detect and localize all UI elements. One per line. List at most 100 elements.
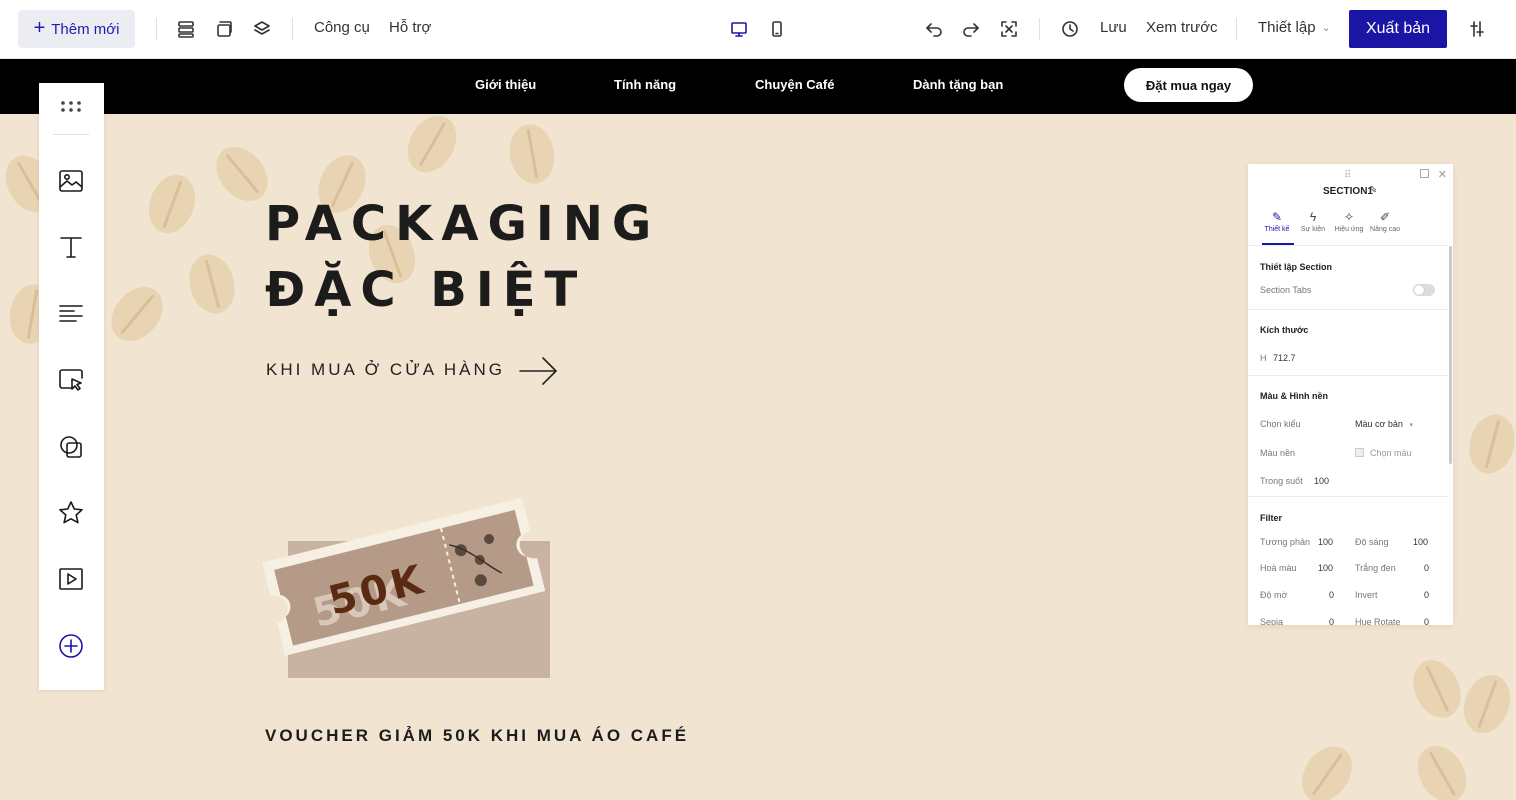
shape-icon[interactable] [57, 433, 85, 461]
fullscreen-icon[interactable] [998, 18, 1020, 40]
lightning-icon: ϟ [1309, 210, 1317, 224]
preview-button[interactable]: Xem trước [1146, 19, 1218, 36]
tab-effects[interactable]: ✧ Hiệu ứng [1332, 210, 1366, 233]
grayscale-label: Trắng đen [1355, 563, 1396, 573]
edit-icon[interactable]: ✎ [1369, 185, 1377, 196]
color-swatch-icon [1355, 448, 1364, 457]
grid-dots-icon[interactable] [57, 92, 85, 120]
hero-title-line1[interactable]: PACKAGING [265, 196, 685, 252]
nav-item-gift[interactable]: Dành tặng bạn [913, 77, 1003, 92]
settings-label: Thiết lập [1258, 19, 1316, 36]
order-now-button[interactable]: Đặt mua ngay [1124, 68, 1253, 102]
history-icon[interactable] [1059, 18, 1081, 40]
coffee-bean-decoration [141, 168, 203, 240]
add-new-button[interactable]: + Thêm mới [18, 10, 135, 48]
desktop-view-icon[interactable] [728, 18, 750, 40]
nav-item-features[interactable]: Tính năng [614, 77, 676, 92]
sections-icon[interactable] [175, 18, 197, 40]
voucher-ticket-image[interactable]: 50K 50K [258, 486, 558, 686]
tab-advanced[interactable]: ✐ Nâng cao [1368, 210, 1402, 233]
bg-type-value: Màu cơ bản [1355, 419, 1403, 429]
blur-input[interactable]: 0 [1329, 590, 1334, 600]
hue-rotate-input[interactable]: 0 [1424, 617, 1429, 625]
hero-title-line2[interactable]: ĐẶC BIỆT [265, 262, 685, 318]
filter-heading: Filter [1260, 513, 1283, 523]
magic-wand-icon: ✧ [1343, 210, 1355, 224]
layers-icon[interactable] [251, 18, 273, 40]
nav-item-intro[interactable]: Giới thiệu [475, 77, 536, 92]
add-new-label: Thêm mới [51, 20, 120, 38]
section-settings-heading: Thiết lập Section [1260, 262, 1333, 272]
coffee-bean-decoration [397, 114, 467, 181]
mobile-view-icon[interactable] [766, 18, 788, 40]
size-heading: Kích thước [1260, 325, 1309, 335]
star-icon[interactable] [57, 499, 85, 527]
tab-design[interactable]: ✎ Thiết kế [1260, 210, 1294, 233]
bg-color-value: Chọn màu [1370, 448, 1412, 458]
hero-subtitle[interactable]: KHI MUA Ở CỬA HÀNG [266, 360, 505, 380]
invert-input[interactable]: 0 [1424, 590, 1429, 600]
tab-label: Sự kiện [1300, 226, 1326, 233]
coffee-bean-decoration [1407, 737, 1477, 800]
opacity-input[interactable]: 100 [1314, 476, 1329, 486]
bg-type-label: Chọn kiểu [1260, 419, 1301, 429]
publish-button[interactable]: Xuất bản [1349, 10, 1447, 48]
close-icon[interactable]: ✕ [1438, 168, 1447, 181]
sepia-label: Sepia [1260, 617, 1284, 625]
tab-label: Hiệu ứng [1334, 226, 1364, 233]
save-button[interactable]: Lưu [1100, 19, 1127, 36]
chevron-down-icon: ⌄ [1321, 22, 1331, 34]
plus-icon: + [33, 17, 46, 39]
height-input[interactable]: 712.7 [1273, 353, 1296, 363]
divider [156, 18, 157, 40]
divider [1248, 375, 1448, 376]
redo-icon[interactable] [960, 18, 982, 40]
voucher-caption[interactable]: VOUCHER GIẢM 50K KHI MUA ÁO CAFÉ [265, 726, 689, 746]
cursor-select-icon[interactable] [57, 366, 85, 394]
section-tabs-label: Section Tabs [1260, 285, 1312, 295]
coffee-bean-decoration [1462, 409, 1516, 479]
adjustments-icon[interactable] [1466, 18, 1488, 40]
coffee-bean-decoration [1404, 652, 1470, 726]
tab-label: Thiết kế [1264, 226, 1290, 233]
section-tabs-toggle[interactable] [1413, 284, 1435, 296]
text-icon[interactable] [57, 233, 85, 261]
grayscale-input[interactable]: 0 [1424, 563, 1429, 573]
contrast-input[interactable]: 100 [1318, 537, 1333, 547]
background-heading: Màu & Hình nền [1260, 391, 1328, 401]
nav-item-cafe-story[interactable]: Chuyện Café [755, 77, 834, 92]
brightness-input[interactable]: 100 [1413, 537, 1428, 547]
paragraph-icon[interactable] [57, 299, 85, 327]
settings-dropdown[interactable]: Thiết lập ⌄ [1258, 19, 1331, 36]
video-icon[interactable] [57, 565, 85, 593]
divider [1039, 18, 1040, 40]
bg-type-select[interactable]: Màu cơ bản ▾ [1355, 419, 1413, 429]
coffee-bean-decoration [182, 249, 242, 319]
scrollbar[interactable] [1449, 246, 1452, 464]
arrow-right-icon[interactable] [519, 354, 559, 388]
support-menu[interactable]: Hỗ trợ [389, 19, 431, 36]
add-circle-icon[interactable] [57, 632, 85, 660]
divider [1248, 309, 1448, 310]
tab-events[interactable]: ϟ Sự kiện [1296, 210, 1330, 233]
coffee-bean-decoration [100, 276, 174, 352]
coffee-bean-decoration [1291, 736, 1363, 800]
expand-icon[interactable] [1420, 169, 1429, 178]
divider [53, 134, 89, 135]
tab-label: Nâng cao [1370, 226, 1400, 233]
divider [1248, 496, 1448, 497]
panel-title: SECTION1 [1322, 186, 1373, 197]
tools-menu[interactable]: Công cụ [314, 19, 370, 36]
sepia-input[interactable]: 0 [1329, 617, 1334, 625]
pen-tool-icon: ✐ [1379, 210, 1391, 224]
undo-icon[interactable] [923, 18, 945, 40]
pages-icon[interactable] [213, 18, 235, 40]
invert-label: Invert [1355, 590, 1378, 600]
coffee-bean-decoration [505, 120, 559, 188]
saturation-input[interactable]: 100 [1318, 563, 1333, 573]
drag-handle-icon[interactable]: ⠿ [1344, 170, 1352, 181]
contrast-label: Tương phản [1260, 537, 1310, 547]
bg-color-picker[interactable]: Chọn màu [1355, 448, 1412, 458]
image-icon[interactable] [57, 167, 85, 195]
chevron-down-icon: ▾ [1409, 422, 1413, 429]
